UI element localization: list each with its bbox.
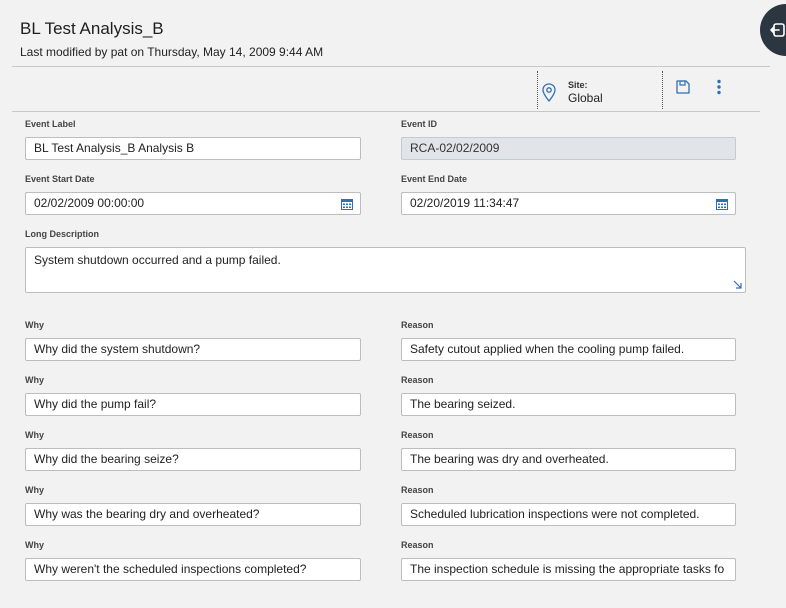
site-label: Site: — [568, 80, 588, 90]
why-input[interactable]: Why did the pump fail? — [25, 393, 361, 416]
page-title: BL Test Analysis_B — [20, 19, 164, 38]
why-input[interactable]: Why weren't the scheduled inspections co… — [25, 558, 361, 581]
toolbar-divider — [12, 111, 760, 112]
exit-icon — [770, 23, 785, 37]
why-label: Why — [25, 375, 44, 385]
event-start-date-label: Event Start Date — [25, 174, 95, 184]
more-vertical-icon[interactable] — [716, 79, 722, 95]
reason-input[interactable]: Safety cutout applied when the cooling p… — [401, 338, 736, 361]
why-input[interactable]: Why was the bearing dry and overheated? — [25, 503, 361, 526]
event-label-label: Event Label — [25, 119, 76, 129]
long-description-value: System shutdown occurred and a pump fail… — [34, 253, 281, 267]
why-input[interactable]: Why did the bearing seize? — [25, 448, 361, 471]
event-end-date-input[interactable]: 02/20/2019 11:34:47 — [401, 192, 736, 215]
event-start-date-input[interactable]: 02/02/2009 00:00:00 — [25, 192, 361, 215]
last-modified-text: Last modified by pat on Thursday, May 14… — [20, 45, 324, 59]
why-label: Why — [25, 485, 44, 495]
toolbar-separator — [537, 71, 538, 109]
event-end-date-label: Event End Date — [401, 174, 468, 184]
reason-label: Reason — [401, 430, 434, 440]
why-label: Why — [25, 430, 44, 440]
event-id-field: RCA-02/02/2009 — [401, 137, 736, 160]
event-label-input[interactable]: BL Test Analysis_B Analysis B — [25, 137, 361, 160]
toolbar: Site: Global — [12, 67, 760, 111]
reason-input[interactable]: The bearing was dry and overheated. — [401, 448, 736, 471]
long-description-textarea[interactable]: System shutdown occurred and a pump fail… — [25, 247, 746, 293]
save-icon[interactable] — [675, 79, 691, 95]
why-label: Why — [25, 320, 44, 330]
map-pin-icon — [542, 83, 556, 102]
calendar-icon[interactable] — [716, 198, 728, 210]
toolbar-separator — [662, 71, 663, 109]
side-panel-button[interactable] — [760, 4, 786, 56]
calendar-icon[interactable] — [341, 198, 353, 210]
reason-label: Reason — [401, 485, 434, 495]
event-end-date-value: 02/20/2019 11:34:47 — [410, 196, 520, 210]
long-description-label: Long Description — [25, 229, 99, 239]
reason-input[interactable]: The bearing seized. — [401, 393, 736, 416]
reason-label: Reason — [401, 540, 434, 550]
why-label: Why — [25, 540, 44, 550]
site-value[interactable]: Global — [568, 91, 603, 105]
reason-input[interactable]: Scheduled lubrication inspections were n… — [401, 503, 736, 526]
event-start-date-value: 02/02/2009 00:00:00 — [34, 196, 145, 210]
why-input[interactable]: Why did the system shutdown? — [25, 338, 361, 361]
reason-label: Reason — [401, 320, 434, 330]
reason-label: Reason — [401, 375, 434, 385]
event-id-label: Event ID — [401, 119, 438, 129]
resize-handle-icon[interactable] — [733, 280, 742, 289]
reason-input[interactable]: The inspection schedule is missing the a… — [401, 558, 736, 581]
